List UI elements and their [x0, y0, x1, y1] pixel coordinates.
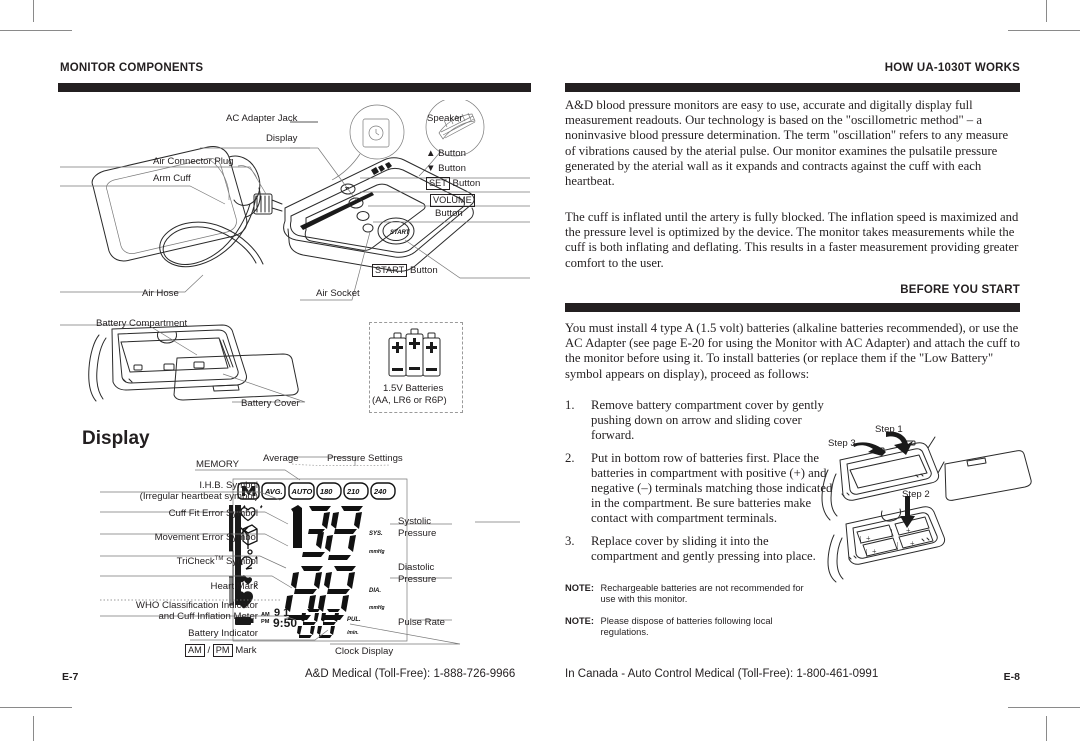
list-number: 1. [565, 398, 575, 412]
right-page-number: E-8 [1003, 671, 1020, 683]
pm-box: PM [212, 644, 233, 657]
crop-mark-bl-v [33, 716, 34, 741]
crop-mark-br-h [1008, 707, 1080, 708]
label-battery-voltage: 1.5V Batteries [383, 383, 444, 394]
volume-button-box: VOLUME [430, 194, 475, 207]
manual-page-spread: MONITOR COMPONENTS HOW UA-1030T WORKS ST… [0, 0, 1080, 741]
right-footer-text: In Canada - Auto Control Medical (Toll-F… [565, 668, 879, 680]
batteries-illustration [388, 328, 441, 377]
svg-text:|: | [860, 535, 862, 544]
label-tricheck-symbol: TriCheckTM Symbol [176, 556, 258, 568]
label-air-socket: Air Socket [316, 288, 360, 299]
label-clock-display: Clock Display [335, 646, 394, 657]
label-ampm-mark: AM / PM Mark [185, 644, 257, 657]
label-diastolic-line2: Pressure [398, 574, 437, 585]
label-who-indicator-line2: and Cuff Inflation Meter [158, 611, 258, 622]
right-section-heading: HOW UA-1030T WORKS [884, 62, 1020, 74]
right-heading-rule [565, 83, 1020, 92]
crop-mark-br-v [1046, 716, 1047, 741]
label-average: Average [263, 453, 299, 464]
list-item: 1. Remove battery compartment cover by g… [565, 398, 833, 443]
svg-text:START: START [390, 230, 411, 236]
note-label: NOTE: [565, 616, 594, 626]
crop-mark-tl-h [0, 30, 72, 31]
label-volume-button: VOLUME [430, 194, 475, 207]
paragraph-cuff-inflation: The cuff is inflated until the artery is… [565, 210, 1019, 270]
before-you-start-rule [565, 303, 1020, 312]
label-battery-types: (AA, LR6 or R6P) [372, 395, 447, 406]
crop-mark-tr-h [1008, 30, 1080, 31]
svg-text:|: | [866, 548, 868, 557]
crop-mark-tr-v [1046, 0, 1047, 22]
crop-mark-bl-h [0, 707, 72, 708]
label-volume-button-word: Button [435, 208, 463, 219]
list-text: Put in bottom row of batteries first. Pl… [591, 451, 833, 525]
svg-text:+: + [872, 547, 877, 556]
label-set-button: SET Button [426, 177, 480, 190]
start-button-box: START [372, 264, 408, 277]
label-who-indicator-line1: WHO Classification Indicator [135, 600, 258, 611]
list-text: Replace cover by sliding it into the com… [591, 534, 816, 563]
left-footer-text: A&D Medical (Toll-Free): 1-888-726-9966 [305, 668, 516, 680]
label-step-3: Step 3 [828, 438, 856, 449]
paragraph-battery-install: You must install 4 type A (1.5 volt) bat… [565, 321, 1020, 381]
label-ac-adapter-jack: AC Adapter Jack [226, 113, 298, 124]
svg-text:+: + [910, 539, 915, 548]
label-battery-cover: Battery Cover [241, 398, 300, 409]
display-subheading: Display [82, 428, 150, 449]
list-item: 3. Replace cover by sliding it into the … [565, 534, 833, 564]
label-movement-error: Movement Error Symbol [154, 532, 258, 543]
label-battery-compartment: Battery Compartment [96, 318, 188, 329]
svg-text:+: + [866, 534, 871, 543]
left-section-heading: MONITOR COMPONENTS [60, 62, 204, 74]
label-ihb-symbol-line1: I.H.B. Symbol [199, 480, 258, 491]
set-button-box: SET [426, 177, 450, 190]
list-number: 2. [565, 451, 575, 465]
label-start-button: START Button [372, 264, 438, 277]
list-number: 3. [565, 534, 575, 548]
label-ihb-symbol-line2: (Irregular heartbeat symbol) [139, 491, 258, 502]
label-pressure-settings: Pressure Settings [327, 453, 403, 464]
note-text: Rechargeable batteries are not recommend… [600, 583, 804, 605]
battery-install-steps: 1. Remove battery compartment cover by g… [565, 398, 833, 572]
label-pulse-rate: Pulse Rate [398, 617, 445, 628]
label-step-2: Step 2 [902, 489, 930, 500]
note-disposal: NOTE: Please dispose of batteries follow… [565, 616, 825, 639]
label-memory: MEMORY [196, 459, 239, 470]
triangle-down-icon: ▼ [426, 163, 436, 174]
am-box: AM [185, 644, 205, 657]
svg-text:|: | [897, 541, 899, 550]
label-systolic-line2: Pressure [398, 528, 437, 539]
label-diastolic-line1: Diastolic [398, 562, 435, 573]
label-air-connector-plug: Air Connector Plug [153, 156, 234, 167]
label-step-1: Step 1 [875, 424, 903, 435]
label-display-callout: Display [266, 133, 298, 144]
note-label: NOTE: [565, 583, 594, 593]
label-speaker: Speaker [427, 113, 463, 124]
left-page-number: E-7 [62, 671, 79, 683]
left-heading-rule [58, 83, 531, 92]
list-item: 2. Put in bottom row of batteries first.… [565, 451, 833, 526]
label-heart-mark: Heart Mark [210, 581, 258, 592]
paragraph-how-it-works: A&D blood pressure monitors are easy to … [565, 98, 1009, 189]
list-text: Remove battery compartment cover by gent… [591, 398, 824, 442]
svg-text:|: | [891, 528, 893, 537]
label-down-button: ▼ Button [426, 163, 466, 174]
label-up-button: ▲ Button [426, 148, 466, 159]
triangle-up-icon: ▲ [426, 148, 436, 159]
label-battery-indicator: Battery Indicator [188, 628, 258, 639]
before-you-start-heading: BEFORE YOU START [900, 284, 1020, 296]
crop-mark-tl-v [33, 0, 34, 22]
note-text: Please dispose of batteries following lo… [600, 616, 773, 638]
note-rechargeable: NOTE: Rechargeable batteries are not rec… [565, 583, 825, 606]
label-cuff-fit-error: Cuff Fit Error Symbol [168, 508, 258, 519]
label-systolic-line1: Systolic [398, 516, 432, 527]
label-arm-cuff: Arm Cuff [153, 173, 191, 184]
label-air-hose: Air Hose [142, 288, 179, 299]
